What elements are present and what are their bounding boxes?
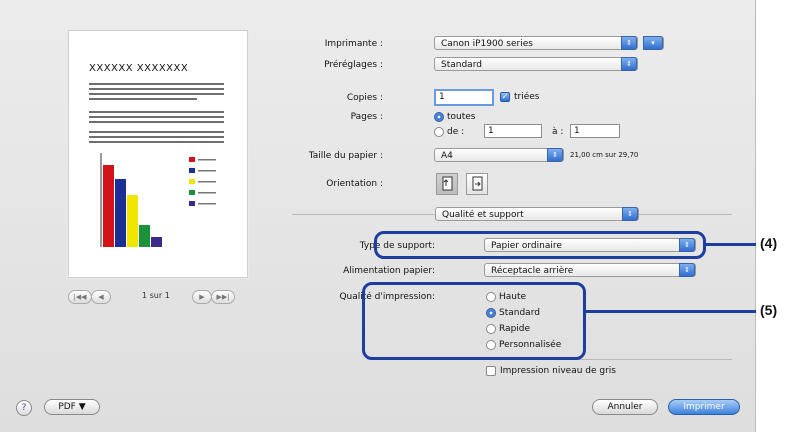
orientation-label: Orientation : (326, 179, 383, 189)
preview-text-block (89, 83, 224, 103)
pages-from-input[interactable]: 1 (484, 124, 542, 138)
preview-text-block (89, 131, 224, 146)
paper-size-select[interactable]: A4 ⇕ (434, 148, 564, 162)
disclosure-triangle-icon: ▾ (643, 36, 663, 50)
print-preview-page: XXXXXX XXXXXXX (68, 30, 248, 278)
callout-label-5: (5) (760, 302, 778, 318)
pages-to-input[interactable]: 1 (570, 124, 620, 138)
copies-label: Copies : (346, 93, 383, 103)
preview-legend-line (198, 203, 216, 205)
callout-box-5 (362, 282, 586, 360)
preview-legend-line (198, 159, 216, 161)
page-counter: 1 sur 1 (142, 291, 170, 300)
panel-select[interactable]: Qualité et support ⇕ (435, 207, 639, 221)
popup-arrows-icon: ⇕ (622, 207, 638, 221)
portrait-orientation-icon (442, 176, 453, 191)
preview-chart-bar (103, 165, 114, 247)
paper-dimensions: 21,00 cm sur 29,70 (570, 151, 639, 159)
callout-leader-5 (586, 310, 756, 313)
preview-legend-swatch (189, 201, 195, 206)
preview-chart-bar (151, 237, 162, 247)
paper-size-value: A4 (441, 151, 453, 161)
preview-pager: |◀◀ ◀ 1 sur 1 ▶ ▶▶| (68, 290, 246, 304)
panel-value: Qualité et support (442, 210, 524, 220)
preview-legend-swatch (189, 157, 195, 162)
preview-chart-bar (139, 225, 150, 247)
popup-arrows-icon: ⇕ (679, 263, 695, 277)
collated-checkbox[interactable]: ✓ (500, 92, 510, 102)
preview-title: XXXXXX XXXXXXX (89, 63, 189, 74)
popup-arrows-icon: ⇕ (621, 36, 637, 50)
first-page-button[interactable]: |◀◀ (68, 290, 92, 304)
landscape-button[interactable] (466, 173, 488, 195)
callout-box-4 (374, 231, 706, 259)
pages-range-radio[interactable] (434, 127, 444, 137)
pages-all-radio[interactable] (434, 112, 444, 122)
portrait-button[interactable] (436, 173, 458, 195)
grayscale-label: Impression niveau de gris (500, 366, 616, 376)
pages-all-label: toutes (447, 112, 476, 122)
paper-size-label: Taille du papier : (308, 151, 383, 161)
preview-bar-chart (100, 153, 216, 247)
collated-label: triées (514, 92, 540, 102)
callout-leader-4 (706, 243, 756, 246)
print-button[interactable]: Imprimer (668, 399, 740, 415)
pages-from-label: de : (447, 127, 465, 137)
presets-label: Préréglages : (324, 60, 383, 70)
print-dialog: XXXXXX XXXXXXX |◀◀ ◀ 1 sur 1 ▶ ▶▶| Impri… (0, 0, 756, 432)
preview-legend-line (198, 181, 216, 183)
pages-to-label: à : (552, 127, 564, 137)
paper-source-select[interactable]: Réceptacle arrière ⇕ (484, 263, 696, 277)
landscape-orientation-icon (472, 176, 483, 191)
prev-page-button[interactable]: ◀ (91, 290, 111, 304)
paper-source-value: Réceptacle arrière (491, 266, 574, 276)
pages-label: Pages : (350, 112, 383, 122)
preview-legend-line (198, 192, 216, 194)
preview-legend-line (198, 170, 216, 172)
printer-label: Imprimante : (324, 39, 383, 49)
preview-legend-swatch (189, 179, 195, 184)
printer-value: Canon iP1900 series (441, 39, 533, 49)
presets-value: Standard (441, 60, 482, 70)
preview-legend-swatch (189, 190, 195, 195)
preview-chart-bar (115, 179, 126, 247)
printer-disclosure-button[interactable]: ▾ (643, 36, 664, 50)
next-page-button[interactable]: ▶ (192, 290, 212, 304)
help-button[interactable]: ? (16, 400, 32, 416)
printer-select[interactable]: Canon iP1900 series ⇕ (434, 36, 638, 50)
callout-label-4: (4) (760, 235, 778, 251)
copies-input[interactable]: 1 (434, 89, 494, 106)
preview-text-block (89, 111, 224, 126)
cancel-button[interactable]: Annuler (592, 399, 658, 415)
paper-source-label: Alimentation papier: (343, 266, 435, 276)
popup-arrows-icon: ⇕ (621, 57, 637, 71)
popup-arrows-icon: ⇕ (547, 148, 563, 162)
grayscale-checkbox[interactable] (486, 366, 496, 376)
presets-select[interactable]: Standard ⇕ (434, 57, 638, 71)
preview-chart-bar (127, 195, 138, 247)
preview-legend-swatch (189, 168, 195, 173)
pdf-menu-button[interactable]: PDF ▼ (44, 399, 100, 415)
last-page-button[interactable]: ▶▶| (211, 290, 235, 304)
